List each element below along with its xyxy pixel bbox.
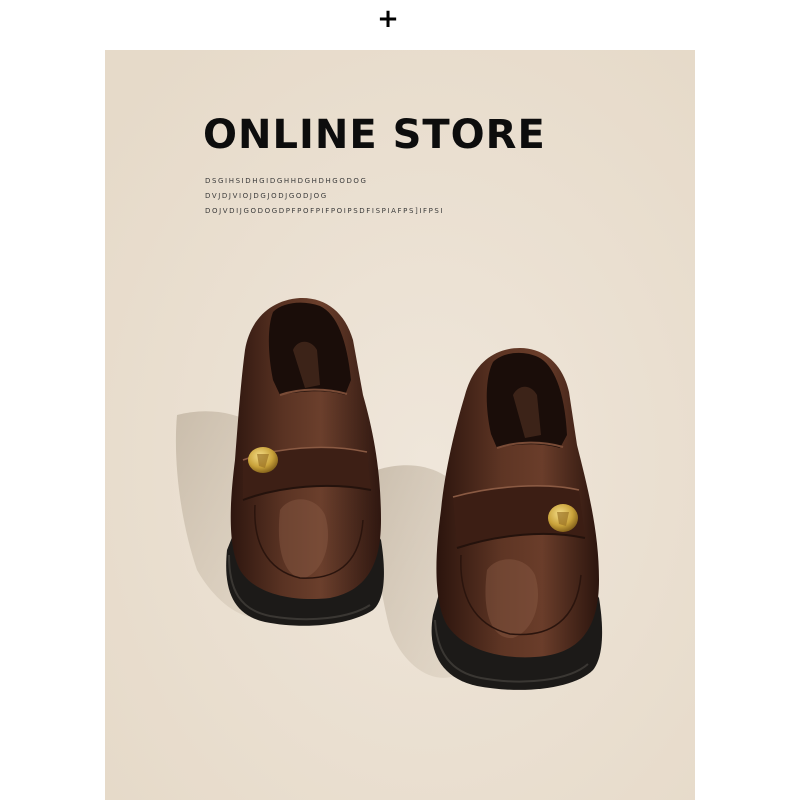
product-banner: ONLINE STORE DSGIHSIDHGIDGHHDGHDHGODOG D…: [105, 50, 695, 800]
subtitle-line-3: DOJVDIJGODOGDPFPOFPIFPOIPSDFISPIAFPS]IFP…: [205, 207, 445, 215]
product-page: + ONLINE STORE DSGIHSIDHGIDGHHDGHDHGODOG…: [0, 0, 800, 800]
store-title: ONLINE STORE: [203, 112, 546, 158]
loafers-photo: [105, 50, 695, 800]
subtitle-line-1: DSGIHSIDHGIDGHHDGHDHGODOG: [205, 177, 368, 185]
left-gold-buckle: [248, 447, 278, 473]
plus-icon: +: [377, 4, 399, 34]
subtitle-line-2: DVJDJVIOJDGJODJGODJOG: [205, 192, 328, 200]
right-gold-buckle: [548, 504, 578, 532]
